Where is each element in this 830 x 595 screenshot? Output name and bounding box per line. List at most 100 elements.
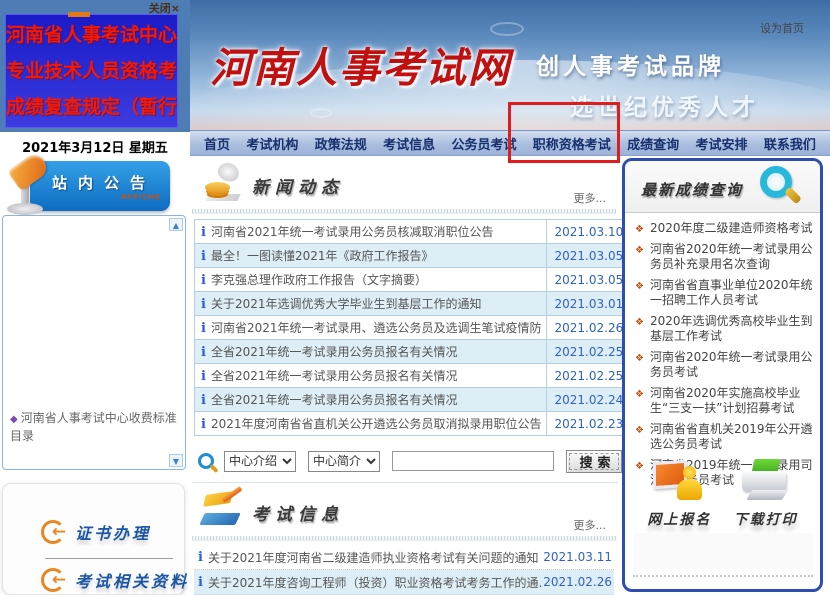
site-search-bar: 中心介绍 中心简介 搜索 <box>198 448 622 474</box>
highlight-annotation-box <box>508 102 620 163</box>
orange-dash-decoration <box>68 12 90 17</box>
news-section-icon <box>204 163 240 201</box>
news-row[interactable]: i全省2021年统一考试录用公务员报名有关情况 2021.02.25 <box>195 364 628 388</box>
results-list-item[interactable]: ❖2020年度二级建造师资格考试 <box>635 221 814 236</box>
info-bullet-icon: i <box>201 345 206 360</box>
news-title-cell: i河南省2021年统一考试录用公务员核减取消职位公告 <box>195 220 547 244</box>
exam-info-section-title: 考试信息 <box>252 500 344 525</box>
nav-item-score-query[interactable]: 成绩查询 <box>627 134 679 153</box>
fee-catalog-link[interactable]: ◆河南省人事考试中心收费标准目录 <box>10 410 180 445</box>
news-row[interactable]: i2021年度河南省省直机关公开遴选公务员取消拟录用职位公告 2021.02.2… <box>195 412 628 436</box>
info-bullet-icon: i <box>201 225 206 240</box>
search-divider <box>192 482 618 483</box>
download-print-label: 下载打印 <box>734 509 798 529</box>
scroll-down-button[interactable]: ▼ <box>169 454 183 467</box>
exam-materials-link-label: 考试相关资料 <box>75 568 189 592</box>
exam-info-title: 关于2021年度河南省二级建造师执业资格考试有关问题的通知 <box>208 549 542 566</box>
news-title-cell: i全省2021年统一考试录用公务员报名有关情况 <box>195 340 547 364</box>
info-bullet-icon: i <box>201 249 206 264</box>
left-column: 关闭× 河南省人事考试中心 专业技术人员资格考试 成绩复查规定（暂行） 2021… <box>0 0 190 595</box>
news-row[interactable]: i全省2021年统一考试录用公务员报名有关情况 2021.02.24 <box>195 388 628 412</box>
search-subcategory-select[interactable]: 中心简介 <box>308 451 380 472</box>
news-row[interactable]: i全省2021年统一考试录用公务员报名有关情况 2021.02.25 <box>195 340 628 364</box>
nav-item-civil-service[interactable]: 公务员考试 <box>451 134 516 153</box>
content-area: 新闻动态 更多... i河南省2021年统一考试录用公务员核减取消职位公告 20… <box>190 156 830 595</box>
news-row[interactable]: i河南省2021年统一考试录用公务员核减取消职位公告 2021.03.10 <box>195 220 628 244</box>
results-list-item[interactable]: ❖河南省2020年实施高校毕业生“三支一扶”计划招募考试 <box>635 386 814 416</box>
magnifier-icon <box>760 166 792 198</box>
nav-item-home[interactable]: 首页 <box>204 134 230 153</box>
quick-links-row: 网上报名 下载打印 <box>625 459 820 529</box>
online-registration-label: 网上报名 <box>647 509 711 529</box>
exam-info-more-link[interactable]: 更多... <box>574 517 607 533</box>
news-title-cell: i关于2021年选调优秀大学毕业生到基层工作的通知 <box>195 292 547 316</box>
nav-item-institutions[interactable]: 考试机构 <box>246 134 298 153</box>
news-date-cell: 2021.03.05 <box>546 244 628 268</box>
water-drop-decoration <box>310 108 332 118</box>
info-bullet-icon: i <box>201 417 206 432</box>
search-input[interactable] <box>392 451 554 471</box>
dotted-divider <box>192 535 616 541</box>
online-registration-link[interactable]: 网上报名 <box>647 459 711 529</box>
news-date-cell: 2021.02.25 <box>546 340 628 364</box>
left-quick-links-card: ← 证书办理 ← 考试相关资料 <box>2 483 185 595</box>
popup-close-button[interactable]: 关闭× <box>149 0 180 16</box>
results-panel-title: 最新成绩查询 <box>641 179 743 200</box>
news-more-link[interactable]: 更多... <box>574 190 607 206</box>
news-row[interactable]: i关于2021年选调优秀大学毕业生到基层工作的通知 2021.03.01 <box>195 292 628 316</box>
certificate-link[interactable]: ← 证书办理 <box>41 520 151 544</box>
results-list-item[interactable]: ❖河南省省直机关2019年公开遴选公务员考试 <box>635 422 814 452</box>
info-bullet-icon: i <box>201 297 206 312</box>
info-bullet-icon: i <box>201 321 206 336</box>
current-date: 2021年3月12日 星期五 <box>0 137 190 156</box>
results-list-item[interactable]: ❖河南省2020年统一考试录用公务员补充录用名次查询 <box>635 242 814 272</box>
card-divider <box>45 558 173 559</box>
exam-info-row[interactable]: i 关于2021年度河南省二级建造师执业资格考试有关问题的通知 2021.03.… <box>194 545 614 570</box>
results-panel-header: 最新成绩查询 <box>625 161 820 213</box>
circle-arrow-icon: ← <box>41 568 65 592</box>
exam-info-date: 2021.02.26 <box>542 575 612 589</box>
dotted-divider <box>633 575 813 577</box>
popup-line: 成绩复查规定（暂行） <box>6 89 177 125</box>
news-title-cell: i河南省2021年统一考试录用、遴选公务员及选调生笔试疫情防 <box>195 316 547 340</box>
results-list-item[interactable]: ❖河南省省直事业单位2020年统一招聘工作人员考试 <box>635 278 814 308</box>
news-date-cell: 2021.03.01 <box>546 292 628 316</box>
diamond-bullet-icon: ❖ <box>635 222 644 237</box>
info-bullet-icon: i <box>201 393 206 408</box>
search-category-select[interactable]: 中心介绍 <box>224 451 296 472</box>
news-date-cell: 2021.03.05 <box>546 268 628 292</box>
news-date-cell: 2021.02.24 <box>546 388 628 412</box>
news-row[interactable]: i最全！一图读懂2021年《政府工作报告》 2021.03.05 <box>195 244 628 268</box>
slogan-line-1: 创人事考试品牌 <box>536 47 725 81</box>
info-bullet-icon: i <box>198 550 203 565</box>
announcement-popup[interactable]: 河南省人事考试中心 专业技术人员资格考试 成绩复查规定（暂行） <box>5 14 178 128</box>
news-table: i河南省2021年统一考试录用公务员核减取消职位公告 2021.03.10 i最… <box>194 219 628 436</box>
download-print-link[interactable]: 下载打印 <box>734 459 798 529</box>
results-list-item[interactable]: ❖2020年选调优秀高校毕业生到基层工作考试 <box>635 314 814 344</box>
search-icon <box>198 453 214 469</box>
main-column: 新闻动态 更多... i河南省2021年统一考试录用公务员核减取消职位公告 20… <box>190 156 622 595</box>
diamond-bullet-icon: ❖ <box>635 423 644 438</box>
results-list: ❖2020年度二级建造师资格考试 ❖河南省2020年统一考试录用公务员补充录用名… <box>625 213 820 488</box>
nav-item-contact[interactable]: 联系我们 <box>764 134 816 153</box>
nav-item-exam-info[interactable]: 考试信息 <box>383 134 435 153</box>
news-title-cell: i全省2021年统一考试录用公务员报名有关情况 <box>195 364 547 388</box>
news-title-cell: i李克强总理作政府工作报告（文字摘要） <box>195 268 547 292</box>
nav-item-policies[interactable]: 政策法规 <box>315 134 367 153</box>
megaphone-icon <box>2 157 54 215</box>
diamond-bullet-icon: ❖ <box>635 315 644 330</box>
exam-materials-link[interactable]: ← 考试相关资料 <box>41 568 189 592</box>
diamond-bullet-icon: ◆ <box>10 414 18 425</box>
exam-info-row[interactable]: i 关于2021年度咨询工程师（投资）职业资格考试考务工作的通... 2021.… <box>194 570 614 595</box>
exam-info-section-icon <box>202 490 244 528</box>
news-row[interactable]: i河南省2021年统一考试录用、遴选公务员及选调生笔试疫情防 2021.02.2… <box>195 316 628 340</box>
site-title: 河南人事考试网 <box>210 34 511 94</box>
news-row[interactable]: i李克强总理作政府工作报告（文字摘要） 2021.03.05 <box>195 268 628 292</box>
circle-arrow-icon: ← <box>41 520 65 544</box>
results-list-item[interactable]: ❖河南省2020年统一考试录用公务员考试 <box>635 350 814 380</box>
nav-item-exam-schedule[interactable]: 考试安排 <box>696 134 748 153</box>
main-area: 设为首页 河南人事考试网 创人事考试品牌 选世纪优秀人才 首页 考试机构 政策法… <box>190 0 830 595</box>
search-button[interactable]: 搜索 <box>566 450 622 473</box>
scroll-up-button[interactable]: ▲ <box>169 218 183 231</box>
set-homepage-link[interactable]: 设为首页 <box>760 20 804 36</box>
